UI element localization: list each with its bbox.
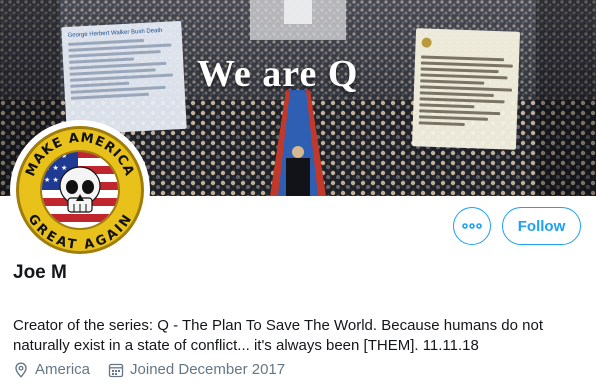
banner-document-title: George Herbert Walker Bush Death bbox=[67, 27, 163, 39]
make-america-great-again-logo: ★ ★ ★ ★ ★ ★ ★ ★ ★ MAKE AMERICA GREAT AGA… bbox=[16, 126, 144, 254]
banner-headline: We are Q bbox=[197, 53, 359, 95]
profile-name: Joe M bbox=[13, 262, 67, 283]
banner-document-left: George Herbert Walker Bush Death bbox=[61, 20, 187, 136]
banner-document-avatar bbox=[421, 37, 432, 48]
profile-joined-text: Joined December 2017 bbox=[130, 361, 286, 378]
profile-location: America bbox=[13, 361, 90, 378]
banner-document-right bbox=[411, 28, 521, 150]
location-pin-icon bbox=[15, 361, 27, 378]
profile-avatar[interactable]: ★ ★ ★ ★ ★ ★ ★ ★ ★ MAKE AMERICA GREAT AGA… bbox=[10, 120, 150, 260]
more-options-button[interactable] bbox=[453, 207, 491, 245]
profile-bio: Creator of the series: Q - The Plan To S… bbox=[13, 317, 544, 354]
profile-meta: America Joined December 2017 bbox=[13, 361, 303, 378]
follow-button[interactable]: Follow bbox=[502, 207, 581, 245]
calendar-icon bbox=[108, 363, 124, 377]
profile-location-text: America bbox=[35, 361, 91, 378]
more-horizontal-icon bbox=[462, 223, 482, 229]
profile-joined: Joined December 2017 bbox=[108, 361, 285, 378]
